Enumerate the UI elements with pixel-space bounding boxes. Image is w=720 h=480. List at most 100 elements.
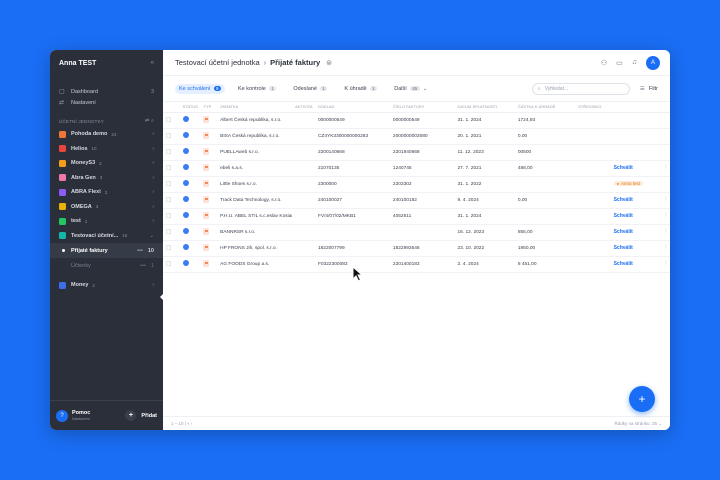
sidebar-item-dashboard[interactable]: ▢ Dashboard 3 <box>50 86 163 97</box>
table-row[interactable]: Track Data Technology, s.r.o. 240100027 24… <box>163 192 670 209</box>
column-header[interactable]: ZKRATKA <box>217 102 293 113</box>
sidebar-entity[interactable]: Testovací účetní... 10 ⌄ <box>50 229 163 244</box>
row-checkbox[interactable] <box>166 228 171 234</box>
table-row[interactable]: HP FRONS Jih, spol. s.r.o. 1822007799 1822… <box>163 240 670 257</box>
chat-icon[interactable]: ▭ <box>616 59 623 67</box>
sidebar-entity[interactable]: Pohoda demo 24 › <box>50 127 163 142</box>
sidebar-entity[interactable]: test 1 › <box>50 214 163 229</box>
tab-3[interactable]: K úhradě 1 <box>340 84 381 94</box>
approve-button[interactable]: Schválit <box>614 213 633 219</box>
sidebar-entity[interactable]: Helios 10 › <box>50 142 163 157</box>
column-header[interactable]: TYP <box>200 102 218 113</box>
approve-button[interactable]: Schválit <box>614 261 633 267</box>
approve-button[interactable]: Schválit <box>614 245 633 251</box>
row-more-icon[interactable]: ⋮ <box>663 198 668 203</box>
user-add-icon[interactable]: ⚇ <box>601 59 607 67</box>
sidebar-entity[interactable]: OMEGA 3 › <box>50 200 163 215</box>
add-button[interactable]: + Přidat <box>125 410 157 421</box>
row-checkbox[interactable] <box>166 260 171 266</box>
column-header[interactable]: STATUS <box>179 102 201 113</box>
entity-color-icon <box>59 281 66 289</box>
column-header[interactable]: DOKLAD <box>314 102 390 113</box>
approve-button[interactable]: Schválit <box>614 197 633 203</box>
pdf-icon[interactable] <box>203 243 210 251</box>
column-header[interactable]: ČÁSTKA K ÚHRADĚ <box>514 102 576 113</box>
row-checkbox[interactable] <box>166 196 171 202</box>
column-header[interactable]: ČÍSLO FAKTURY <box>389 102 455 113</box>
row-more-icon[interactable]: ⋮ <box>663 230 668 235</box>
table-row[interactable]: P.H.U. ABEL STIL s.c.eslav Kosiarskey FV/… <box>163 208 670 225</box>
table-row[interactable]: Little Shoes s.r.o. 2300000 2203302 31. 1. … <box>163 176 670 193</box>
help-link[interactable]: Pomoc Nastavení <box>72 410 90 421</box>
tab-1[interactable]: Ke kontrole 1 <box>234 84 280 94</box>
collapse-sidebar-icon[interactable]: « <box>151 60 154 66</box>
bell-icon[interactable]: ♫ <box>632 59 637 66</box>
breadcrumb-parent[interactable]: Testovací účetní jednotka <box>175 58 260 67</box>
row-checkbox[interactable] <box>166 180 171 186</box>
sidebar-entity-money[interactable]: Money 2 › <box>50 278 163 293</box>
column-header[interactable]: DATUM SPLATNOSTI <box>454 102 515 113</box>
pdf-icon[interactable] <box>203 147 210 155</box>
table-cell: ⋮ <box>656 192 670 209</box>
pdf-icon[interactable] <box>203 195 210 203</box>
table-cell <box>200 128 218 145</box>
more-icon[interactable]: ••• <box>140 263 146 269</box>
pdf-icon[interactable] <box>203 227 210 235</box>
section-tools-icon[interactable]: ⇄ ⌕ <box>145 118 154 124</box>
row-checkbox[interactable] <box>166 164 171 170</box>
row-checkbox[interactable] <box>166 244 171 250</box>
sidebar-item-uctenky[interactable]: Účtenky ••• 1 <box>50 258 163 273</box>
approve-button[interactable]: Schválit <box>614 229 633 235</box>
avatar[interactable]: A <box>646 55 660 70</box>
column-header[interactable] <box>163 102 180 113</box>
approve-button[interactable]: Schválit <box>614 165 633 171</box>
pdf-icon[interactable] <box>203 163 210 171</box>
pdf-icon[interactable] <box>203 115 210 123</box>
tab-2[interactable]: Odeslané 1 <box>289 84 331 94</box>
table-cell: Little Shoes s.r.o. <box>217 176 293 193</box>
row-checkbox[interactable] <box>166 116 171 122</box>
column-header[interactable] <box>656 102 670 113</box>
column-header[interactable]: STŘEDISKO <box>575 102 611 113</box>
row-more-icon[interactable]: ⋮ <box>663 214 668 219</box>
column-header[interactable] <box>610 102 657 113</box>
table-cell <box>200 256 218 273</box>
table-cell: Schválit <box>610 160 657 177</box>
pdf-icon[interactable] <box>203 131 210 139</box>
table-row[interactable]: BANNRSR s.r.o. 16. 12. 2023 855,00 Schválit… <box>163 224 670 241</box>
sidebar-entity[interactable]: MoneyS3 2 › <box>50 156 163 171</box>
pagination[interactable]: 1 – 10 | « ‹ <box>171 421 192 426</box>
sidebar-entity[interactable]: ABRA Flexi 3 › <box>50 185 163 200</box>
add-invoice-fab[interactable]: + <box>629 386 655 412</box>
table-row[interactable]: AG FOODS Group a.s. F0322300083 2201400183… <box>163 256 670 273</box>
table-row[interactable]: PUELLAweb s.r.o. 2200140668 2201940668 11. … <box>163 144 670 161</box>
help-icon[interactable]: ? <box>56 409 68 422</box>
column-header[interactable]: AKTIVITA <box>292 102 315 113</box>
table-row[interactable]: Albert Česká republika, s.r.o. 0000000549… <box>163 112 670 129</box>
entities-section-header: ÚČETNÍ JEDNOTKY ⇄ ⌕ <box>50 115 163 127</box>
sidebar-entity[interactable]: Abra Gen 3 › <box>50 171 163 186</box>
pdf-icon[interactable] <box>203 179 210 187</box>
filter-button[interactable]: ☰ Filtr <box>640 86 658 92</box>
row-more-icon[interactable]: ⋮ <box>663 166 668 171</box>
row-more-icon[interactable]: ⋮ <box>663 246 668 251</box>
sidebar: Anna TEST « ▢ Dashboard 3 ⇄ Nastavení ÚČ… <box>50 50 164 430</box>
row-checkbox[interactable] <box>166 132 171 138</box>
chevron-down-icon: ⌄ <box>149 232 154 239</box>
row-checkbox[interactable] <box>166 148 171 154</box>
pdf-icon[interactable] <box>203 259 210 267</box>
rows-per-page[interactable]: Řádky na stránku: 25 ⌄ <box>614 421 662 427</box>
pdf-icon[interactable] <box>203 211 210 219</box>
row-checkbox[interactable] <box>166 212 171 218</box>
sidebar-item-prijate-faktury[interactable]: Přijaté faktury ••• 10 <box>50 243 163 258</box>
table-row[interactable]: ebeli s.a.s. 21070135 1240745 27. 7. 2021 48… <box>163 160 670 177</box>
row-more-icon[interactable]: ⋮ <box>663 262 668 267</box>
search-input[interactable]: ⌕ Vyhledat... <box>531 82 630 95</box>
table-cell <box>163 160 180 177</box>
more-icon[interactable]: ••• <box>137 248 143 254</box>
table-row[interactable]: BISA Česká republika, s.r.o. CZ4YK3300000… <box>163 128 670 145</box>
record-icon[interactable]: ⊜ <box>326 59 332 67</box>
tab-0[interactable]: Ke schválení 9 <box>175 83 226 94</box>
tab-4[interactable]: Další 45 ⌄ <box>390 84 431 94</box>
sidebar-item-settings[interactable]: ⇄ Nastavení <box>50 97 163 108</box>
